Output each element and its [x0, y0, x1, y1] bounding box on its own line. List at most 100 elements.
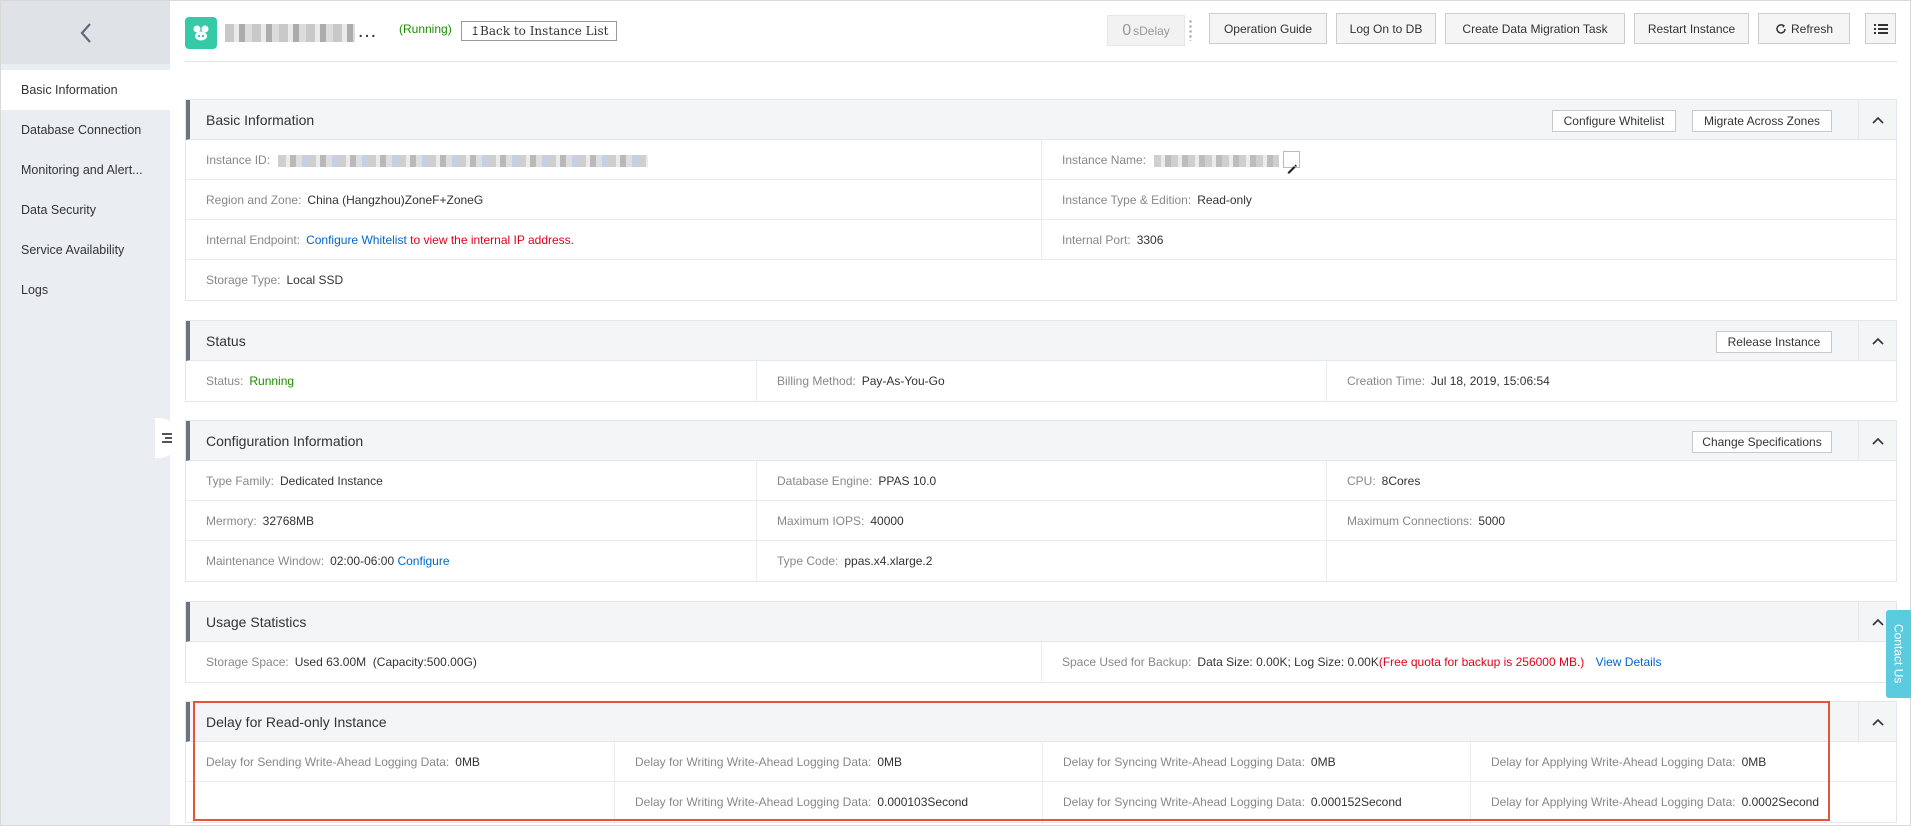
billing-value: Pay-As-You-Go	[861, 374, 945, 388]
list-view-button[interactable]	[1865, 13, 1896, 44]
configure-maintenance-link[interactable]: Configure	[397, 554, 449, 568]
chevron-up-icon	[1871, 718, 1884, 726]
storage-type-label: Storage Type:	[206, 273, 281, 287]
page-header: … (Running) ↥Back to Instance List 0 sDe…	[185, 10, 1897, 62]
memory-cell: Mermory: 32768MB	[186, 501, 756, 541]
log-on-to-db-button[interactable]: Log On to DB	[1336, 13, 1436, 44]
chevron-up-icon	[1871, 337, 1884, 345]
chevron-up-icon	[1871, 116, 1884, 124]
sidebar-item-logs[interactable]: Logs	[1, 270, 170, 310]
maintenance-window-cell: Maintenance Window: 02:00-06:00 Configure	[186, 541, 756, 581]
apply-delay-value: 0MB	[1741, 755, 1767, 769]
back-button[interactable]	[1, 1, 170, 64]
info-row: Instance ID: Instance Name:	[186, 140, 1896, 180]
memory-value: 32768MB	[262, 514, 315, 528]
sidebar-item-data-security[interactable]: Data Security	[1, 190, 170, 230]
maintenance-window-label: Maintenance Window:	[206, 554, 325, 568]
instance-type-label: Instance Type & Edition:	[1062, 193, 1192, 207]
menu-fold-icon	[162, 433, 172, 443]
instance-name-cell: Instance Name:	[1041, 140, 1896, 180]
status-badge: (Running)	[399, 22, 452, 36]
status-value: Running	[249, 374, 295, 388]
write-delay-label: Delay for Writing Write-Ahead Logging Da…	[635, 755, 872, 769]
change-specifications-button[interactable]: Change Specifications	[1692, 431, 1832, 453]
sidebar-item-basic-information[interactable]: Basic Information	[1, 70, 170, 110]
refresh-button[interactable]: Refresh	[1758, 13, 1850, 44]
back-to-instance-list-button[interactable]: ↥Back to Instance List	[461, 21, 618, 41]
internal-port-cell: Internal Port: 3306	[1041, 220, 1896, 260]
panel-header: Configuration Information Change Specifi…	[186, 421, 1896, 461]
send-delay-cell: Delay for Sending Write-Ahead Logging Da…	[186, 742, 614, 782]
max-connections-cell: Maximum Connections: 5000	[1326, 501, 1896, 541]
sidebar-item-service-availability[interactable]: Service Availability	[1, 230, 170, 270]
sync-delay-cell: Delay for Syncing Write-Ahead Logging Da…	[1042, 742, 1470, 782]
chevron-up-icon	[1871, 618, 1884, 626]
panel-title: Usage Statistics	[206, 614, 307, 630]
max-connections-label: Maximum Connections:	[1347, 514, 1473, 528]
info-row: Storage Type: Local SSD	[186, 260, 1896, 300]
instance-id-cell: Instance ID:	[186, 140, 1041, 180]
backup-space-value: Data Size: 0.00K; Log Size: 0.00K	[1197, 655, 1379, 669]
edit-icon[interactable]	[1283, 151, 1301, 174]
max-iops-value: 40000	[870, 514, 904, 528]
max-iops-cell: Maximum IOPS: 40000	[756, 501, 1326, 541]
region-value: China (Hangzhou)ZoneF+ZoneG	[307, 193, 484, 207]
endpoint-hint: to view the internal IP address.	[406, 233, 574, 247]
write-delay-cell: Delay for Writing Write-Ahead Logging Da…	[614, 742, 1042, 782]
refresh-icon	[1776, 23, 1786, 34]
view-details-link[interactable]: View Details	[1596, 655, 1662, 669]
configure-whitelist-link[interactable]: Configure Whitelist	[306, 233, 407, 247]
restart-instance-button[interactable]: Restart Instance	[1634, 13, 1749, 44]
collapse-button[interactable]	[1858, 421, 1896, 460]
apply-time-label: Delay for Applying Write-Ahead Logging D…	[1491, 795, 1736, 809]
write-time-value: 0.000103Second	[877, 795, 969, 809]
send-delay-label: Delay for Sending Write-Ahead Logging Da…	[206, 755, 450, 769]
collapse-button[interactable]	[1858, 321, 1896, 360]
internal-endpoint-label: Internal Endpoint:	[206, 233, 301, 247]
info-row: Delay for Writing Write-Ahead Logging Da…	[186, 782, 1896, 822]
panel-header: Status Release Instance	[186, 321, 1896, 361]
billing-cell: Billing Method: Pay-As-You-Go	[756, 361, 1326, 401]
internal-port-label: Internal Port:	[1062, 233, 1131, 247]
refresh-label: Refresh	[1790, 21, 1834, 36]
operation-guide-button[interactable]: Operation Guide	[1209, 13, 1327, 44]
release-instance-button[interactable]: Release Instance	[1716, 331, 1832, 353]
backup-space-cell: Space Used for Backup: Data Size: 0.00K; …	[1041, 642, 1896, 682]
status-cell: Status: Running	[186, 361, 756, 401]
more-dots-icon[interactable]	[1189, 19, 1192, 41]
panel-title: Basic Information	[206, 112, 315, 128]
maintenance-window-value: 02:00-06:00	[330, 554, 395, 568]
database-engine-label: Database Engine:	[777, 474, 873, 488]
storage-space-value: Used 63.00M (Capacity:500.00G)	[294, 655, 477, 669]
cpu-cell: CPU: 8Cores	[1326, 461, 1896, 501]
instance-type-cell: Instance Type & Edition: Read-only	[1041, 180, 1896, 220]
storage-space-label: Storage Space:	[206, 655, 289, 669]
type-family-label: Type Family:	[206, 474, 275, 488]
configure-whitelist-button[interactable]: Configure Whitelist	[1552, 110, 1676, 132]
billing-label: Billing Method:	[777, 374, 856, 388]
instance-name-value-redacted	[1154, 154, 1280, 167]
storage-type-cell: Storage Type: Local SSD	[186, 260, 1041, 300]
backup-quota-note: (Free quota for backup is 256000 MB.)	[1378, 655, 1585, 669]
sidebar-item-database-connection[interactable]: Database Connection	[1, 110, 170, 150]
migrate-across-zones-button[interactable]: Migrate Across Zones	[1692, 110, 1832, 132]
sync-delay-value: 0MB	[1310, 755, 1336, 769]
write-time-label: Delay for Writing Write-Ahead Logging Da…	[635, 795, 872, 809]
delay-value: 0	[1122, 21, 1132, 39]
rds-logo-icon	[185, 17, 217, 49]
info-row: Internal Endpoint: Configure Whitelist to…	[186, 220, 1896, 260]
create-data-migration-task-button[interactable]: Create Data Migration Task	[1445, 13, 1625, 44]
type-family-value: Dedicated Instance	[280, 474, 383, 488]
cpu-label: CPU:	[1347, 474, 1376, 488]
sync-time-label: Delay for Syncing Write-Ahead Logging Da…	[1063, 795, 1305, 809]
sync-delay-label: Delay for Syncing Write-Ahead Logging Da…	[1063, 755, 1305, 769]
collapse-button[interactable]	[1858, 100, 1896, 139]
contact-us-button[interactable]: Contact Us	[1886, 610, 1911, 698]
collapse-button[interactable]	[1858, 702, 1896, 741]
panel-header: Usage Statistics	[186, 602, 1896, 642]
database-engine-value: PPAS 10.0	[878, 474, 937, 488]
backup-space-label: Space Used for Backup:	[1062, 655, 1192, 669]
sidebar-item-monitoring[interactable]: Monitoring and Alert...	[1, 150, 170, 190]
internal-port-value: 3306	[1136, 233, 1164, 247]
info-row: Maintenance Window: 02:00-06:00 Configure…	[186, 541, 1896, 581]
